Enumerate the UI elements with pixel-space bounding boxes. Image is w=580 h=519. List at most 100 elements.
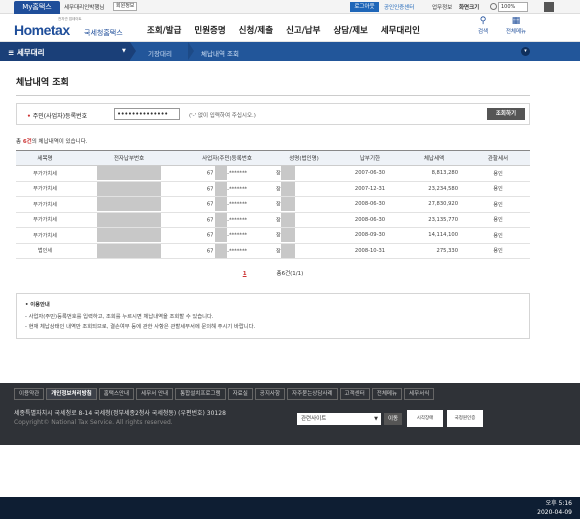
redacted-block [97,181,161,196]
user-name: 세무대리인박행님 [64,5,105,11]
footer-link-notices[interactable]: 공지사항 [254,388,286,400]
footer-link-tax-office[interactable]: 세무서 안내 [136,388,174,400]
grid-icon[interactable] [544,2,554,12]
nav-item-filing[interactable]: 신고/납부 [286,26,320,36]
cell-payment-number [74,227,184,244]
redacted-block [97,243,161,258]
footer-link-installer[interactable]: 통합설치프로그램 [175,388,226,400]
table-row[interactable]: 부가가치세 67 -******* 장 2008-06-30 27,830,92… [16,196,530,213]
all-menu-button[interactable]: ▦ 전체메뉴 [503,16,529,35]
redacted-block [97,197,161,212]
breadcrumb-agent-bookkeeping[interactable]: 기장대리 [148,48,172,58]
main-navigation: 조회/발급 민원증명 신청/제출 신고/납부 상담/제보 세무대리인 [147,24,433,36]
table-row[interactable]: 부가가치세 67 -******* 장 2008-09-30 14,114,10… [16,227,530,244]
footer-link-privacy[interactable]: 개인정보처리방침 [46,388,97,400]
cell-amount: 8,813,280 [402,165,466,182]
page-total: 총6건(1/1) [276,271,304,277]
footer-link-all-menu[interactable]: 전체메뉴 [371,388,403,400]
cell-registration-number: 67 -******* [184,196,270,213]
breadcrumb-arrears-inquiry[interactable]: 체납내역 조회 [201,48,239,58]
arrears-table: 세목명 전자납부번호 사업자(주민)등록번호 성명(법인명) 납부기한 체납세액… [16,150,530,259]
reg-prefix: 67 [206,232,214,239]
nav-item-inquiry[interactable]: 조회/발급 [147,26,181,36]
col-registration-number: 사업자(주민)등록번호 [184,150,270,166]
member-info-button[interactable]: 회원정보 [113,2,138,11]
grid-menu-icon: ▦ [511,16,521,26]
footer-link-terms[interactable]: 이용약관 [14,388,45,400]
taskbar-clock[interactable]: 오후 5:16 2020-04-09 [537,499,572,517]
top-utility-bar: My홈택스 세무대리인박행님 회원정보 로그아웃 공인인증센터 업무정보 화면크… [0,0,580,14]
nav-item-application[interactable]: 신청/제출 [239,26,273,36]
hometax-logo[interactable]: 전자관 업데이트 Hometax 국세청홈택스 [14,17,123,41]
related-sites-go-button[interactable]: 이동 [384,413,402,425]
clock-date: 2020-04-09 [537,509,572,516]
cell-registration-number: 67 -******* [184,181,270,197]
cell-tax-type: 부가가치세 [16,196,74,213]
notice-title-text: 이용안내 [30,302,50,308]
cell-name: 장 [270,243,338,259]
redacted-block [97,212,161,227]
section-selector[interactable]: ≡ 세무대리 ▼ [0,42,130,61]
site-header: 전자관 업데이트 Hometax 국세청홈택스 조회/발급 민원증명 신청/제출 신고… [0,14,580,42]
col-payment-number: 전자납부번호 [74,150,184,166]
notice-title: • 이용안내 [25,302,50,308]
related-sites-select[interactable]: 관련사이트 ▼ [297,413,381,425]
redacted-block [280,181,295,196]
cell-due-date: 2008-06-30 [338,196,402,213]
footer-link-customer-center[interactable]: 고객센터 [339,388,370,400]
site-footer: 이용약관 개인정보처리방침 홈택스안내 세무서 안내 통합설치프로그램 자료실 공지사항 자주… [0,383,580,445]
cell-registration-number: 67 -******* [184,165,270,182]
col-tax-office: 관할세서 [466,150,530,166]
search-label: 검색 [477,29,489,35]
cell-registration-number: 67 -******* [184,227,270,244]
table-row[interactable]: 법인세 67 -******* 장 2008-10-31 275,330 용인 [16,243,530,259]
reg-prefix: 67 [206,170,214,177]
footer-copyright: Copyright© National Tax Service. All rig… [14,419,173,426]
footer-link-guide[interactable]: 홈택스안내 [98,388,135,400]
cell-name: 장 [270,227,338,244]
zoom-select[interactable]: 100% [498,2,528,12]
registration-number-input[interactable]: •••••••••••••• [114,108,180,120]
table-header-row: 세목명 전자납부번호 사업자(주민)등록번호 성명(법인명) 납부기한 체납세액… [16,150,530,166]
nav-item-consult[interactable]: 상담/제보 [333,26,367,36]
nav-item-certificates[interactable]: 민원증명 [194,26,225,36]
zoom-icon[interactable] [490,3,497,10]
inquiry-link[interactable]: 업무정보 [432,3,452,11]
caret-down-icon: ▼ [122,48,126,54]
cell-registration-number: 67 -******* [184,243,270,259]
pagination: 1 총6건(1/1) [16,269,530,279]
table-row[interactable]: 부가가치세 67 -******* 장 2007-12-31 23,234,58… [16,181,530,197]
related-sites-label: 관련사이트 [301,416,327,422]
usage-notice: • 이용안내 - 사업자(주민)등록번호를 입력하고, 조회를 누르시면 체납내… [16,293,530,339]
logout-button[interactable]: 로그아웃 [350,2,379,12]
table-row[interactable]: 부가가치세 67 -******* 장 2008-06-30 23,135,77… [16,212,530,228]
footer-link-faq[interactable]: 자주묻는상담사례 [287,388,338,400]
cell-amount: 275,330 [402,243,466,259]
cell-payment-number [74,196,184,213]
footer-link-forms[interactable]: 세무서식 [404,388,435,400]
nav-item-tax-agent[interactable]: 세무대리인 [381,26,420,36]
cell-due-date: 2007-06-30 [338,165,402,182]
cert-center-link[interactable]: 공인인증센터 [384,3,414,11]
clock-time: 오후 5:16 [545,500,572,507]
registration-number-label-text: 주민(사업자)등록번호 [32,113,88,120]
cell-payment-number [74,243,184,259]
reg-prefix: 67 [206,201,214,208]
notice-line: - 현재 체납상태인 내역만 조회되므로, 결손여부 등에 관한 사항은 관할세… [25,324,256,330]
cell-amount: 23,135,770 [402,212,466,228]
member-info-label: 회원정보 [116,3,135,9]
table-row[interactable]: 부가가치세 67 -******* 장 2007-06-30 8,813,280… [16,165,530,182]
my-hometax-tab[interactable]: My홈택스 [14,1,60,14]
footer-address: 세종특별자치시 국세청로 8-14 국세청(정부세종2청사 국세청동) (우편번… [14,410,226,417]
redacted-block [280,166,295,181]
redacted-block [215,166,228,181]
redacted-block [280,243,295,258]
expand-icon[interactable]: ▾ [521,47,530,56]
search-button[interactable]: ⚲ 검색 [470,16,496,35]
search-submit-button[interactable]: 조회하기 [487,108,525,120]
cell-due-date: 2008-06-30 [338,212,402,228]
footer-link-library[interactable]: 자료실 [227,388,253,400]
reg-mask: -******* [227,217,248,224]
page-number-current[interactable]: 1 [243,271,247,277]
cell-name: 장 [270,165,338,182]
